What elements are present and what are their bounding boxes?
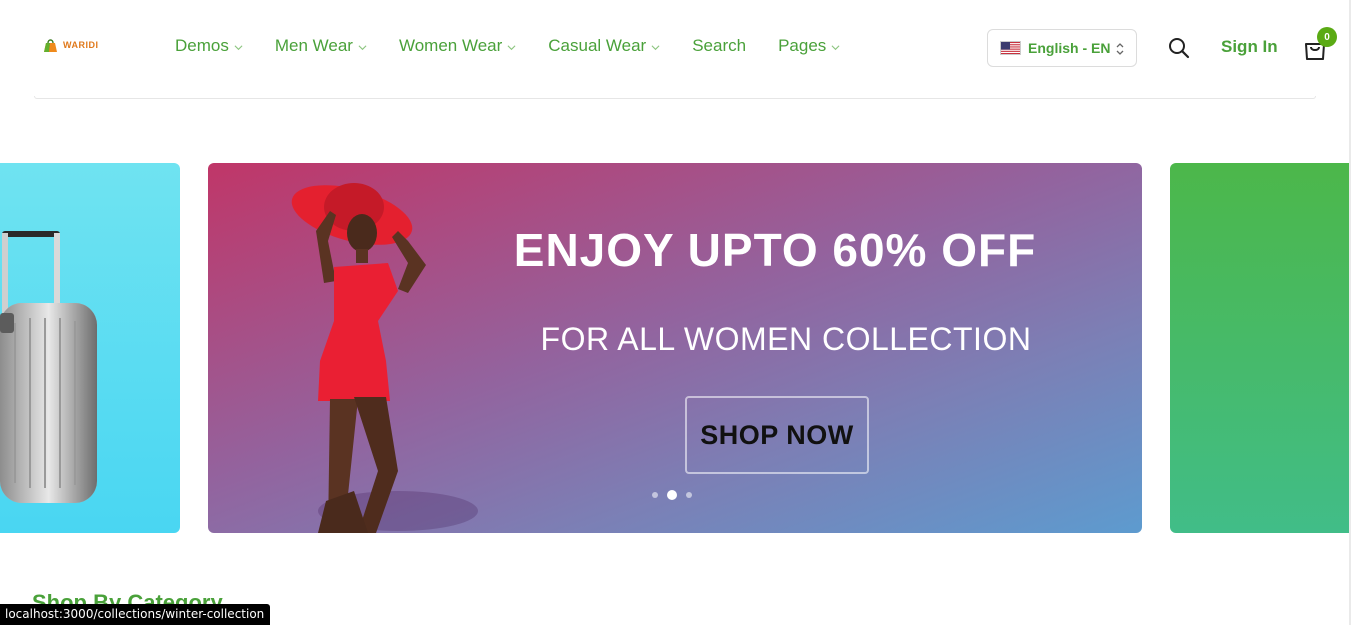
chevron-down-icon <box>507 44 516 50</box>
logo[interactable]: WARIDI <box>42 37 99 53</box>
shop-now-button[interactable]: SHOP NOW <box>685 396 869 474</box>
sign-in-link[interactable]: Sign In <box>1221 37 1278 57</box>
slider-dot-active[interactable] <box>667 490 677 500</box>
logo-text: WARIDI <box>63 40 99 50</box>
header-divider <box>34 96 1316 99</box>
site-header: WARIDI Demos Men Wear Women Wear Casual … <box>0 0 1351 97</box>
main-nav: Demos Men Wear Women Wear Casual Wear Se… <box>175 36 872 56</box>
nav-item-demos[interactable]: Demos <box>175 36 243 56</box>
nav-item-label: Women Wear <box>398 36 503 55</box>
chevron-down-icon <box>358 44 367 50</box>
nav-item-men-wear[interactable]: Men Wear <box>275 36 367 56</box>
language-selector[interactable]: English - EN <box>987 29 1137 67</box>
slider-dot[interactable] <box>652 492 658 498</box>
suitcase-image <box>0 231 97 503</box>
slide-previous[interactable] <box>0 163 180 533</box>
browser-status-url: localhost:3000/collections/winter-collec… <box>0 604 271 625</box>
cart-count-badge: 0 <box>1317 27 1337 47</box>
nav-item-label: Demos <box>175 36 229 55</box>
shopping-bag-icon <box>44 39 57 52</box>
nav-item-pages[interactable]: Pages <box>778 36 840 56</box>
slide-active: ENJOY UPTO 60% OFF FOR ALL WOMEN COLLECT… <box>208 163 1142 533</box>
nav-item-search[interactable]: Search <box>692 36 746 56</box>
nav-item-label: Casual Wear <box>548 36 647 55</box>
chevron-down-icon <box>831 44 840 50</box>
slide-subheadline: FOR ALL WOMEN COLLECTION <box>540 321 1032 357</box>
chevron-up-down-icon <box>1116 43 1124 55</box>
slide-next[interactable] <box>1170 163 1351 533</box>
nav-item-label: Search <box>692 36 747 55</box>
chevron-down-icon <box>234 44 243 50</box>
language-label: English - EN <box>1028 40 1111 56</box>
chevron-down-icon <box>651 44 660 50</box>
nav-item-women-wear[interactable]: Women Wear <box>399 36 516 56</box>
nav-item-label: Men Wear <box>274 36 353 55</box>
nav-item-label: Pages <box>778 36 827 55</box>
us-flag-icon <box>1000 41 1021 55</box>
nav-item-casual-wear[interactable]: Casual Wear <box>548 36 660 56</box>
search-icon[interactable] <box>1168 37 1190 59</box>
slider-pagination <box>652 490 692 500</box>
slide-headline: ENJOY UPTO 60% OFF <box>513 224 1037 276</box>
slider-dot[interactable] <box>686 492 692 498</box>
